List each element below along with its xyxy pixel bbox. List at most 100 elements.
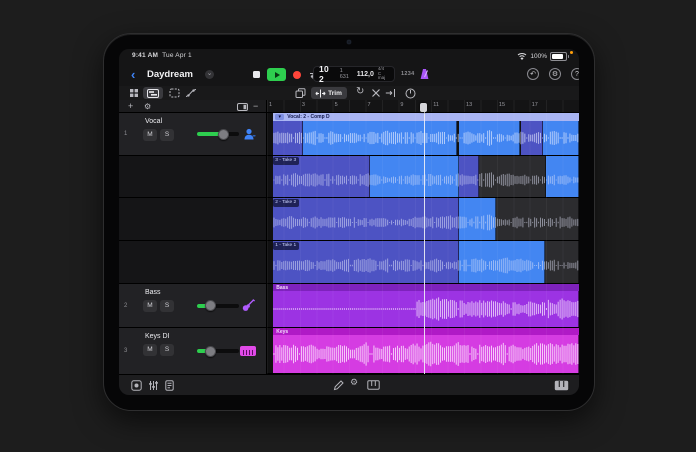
edit-toolbar: Trim ↻ [119, 86, 579, 101]
project-title: Daydream [147, 69, 193, 80]
trim-icon [315, 89, 326, 97]
take-label-chip[interactable]: 1 - Take 1 [273, 242, 300, 250]
comp-region-header[interactable]: ▾ Vocal: 2 - Comp D [273, 113, 579, 121]
audio-region-segment[interactable] [496, 198, 579, 240]
track-header-tools: + ⚙ − [119, 100, 267, 113]
clock: 9:41 AM Tue Apr 1 [132, 52, 192, 59]
trim-label: Trim [328, 89, 342, 97]
undo-icon[interactable]: ↶ [527, 68, 539, 80]
region-name-header[interactable]: Bass [273, 284, 579, 291]
take-lane-header[interactable] [119, 198, 266, 241]
track-header-bass[interactable]: 2 Bass M S [119, 284, 266, 328]
bass-guitar-icon [241, 298, 256, 313]
audio-region-segment[interactable] [479, 156, 547, 197]
track-header-keys[interactable]: 3 Keys DI M S [119, 328, 266, 374]
lcd-tempo: 112,0 [356, 70, 374, 78]
solo-button[interactable]: S [160, 300, 174, 312]
lcd-key: C maj [377, 70, 386, 81]
take-folder-chevron-icon[interactable]: ▾ [275, 114, 285, 120]
track-name: Keys DI [145, 333, 170, 340]
split-scissors-icon[interactable] [371, 88, 381, 98]
audio-region-segment[interactable] [273, 198, 459, 240]
settings-gear-icon[interactable]: ⚙ [350, 377, 358, 388]
lcd-position: 10 2 [319, 64, 330, 84]
play-button[interactable] [267, 68, 286, 81]
pencil-tool-icon[interactable] [333, 380, 344, 391]
battery-icon [550, 51, 569, 61]
join-icon[interactable] [385, 88, 396, 98]
transport-controls [253, 67, 321, 82]
tracks-view-button[interactable] [143, 87, 163, 99]
copy-icon[interactable] [295, 88, 306, 99]
audio-region-segment[interactable] [369, 156, 459, 197]
audio-region-segment[interactable] [458, 156, 480, 197]
play-surface-keyboard-icon[interactable] [554, 380, 569, 391]
playhead-handle[interactable] [420, 103, 428, 112]
take-lane-header[interactable] [119, 156, 266, 198]
audio-region-segment[interactable] [458, 198, 497, 240]
take-label-chip[interactable]: 3 - Take 3 [273, 157, 300, 165]
front-camera [347, 40, 351, 44]
collapse-minus-icon[interactable]: − [253, 101, 258, 112]
count-in-button[interactable]: 1234 [401, 71, 414, 77]
volume-fader[interactable] [197, 128, 239, 140]
audio-region-segment[interactable] [543, 121, 579, 155]
trim-button[interactable]: Trim [311, 87, 347, 99]
editors-list-icon[interactable] [165, 380, 174, 391]
settings-icon[interactable]: ⚙ [549, 68, 561, 80]
metronome-icon[interactable] [419, 68, 430, 80]
record-button[interactable] [293, 70, 301, 79]
volume-fader[interactable] [197, 345, 239, 357]
gesture-knob-icon[interactable] [405, 88, 416, 99]
track-config-gear-icon[interactable]: ⚙ [144, 101, 151, 112]
app-screen: 9:41 AM Tue Apr 1 100% ‹ Daydream ⌄ 10 2 … [119, 49, 579, 395]
marquee-tool-icon[interactable] [169, 88, 180, 98]
loop-icon[interactable]: ↻ [356, 86, 364, 97]
back-chevron-icon[interactable]: ‹ [131, 68, 141, 81]
add-track-button[interactable]: + [128, 101, 133, 112]
take-lane-header[interactable] [119, 241, 266, 284]
lcd-display[interactable]: 10 2 1 631 112,0 4/4 C maj [313, 64, 395, 84]
keyboard-keys-icon [240, 346, 256, 356]
comp-region-label: Vocal: 2 - Comp D [287, 114, 330, 120]
solo-button[interactable]: S [160, 344, 174, 356]
mute-button[interactable]: M [143, 344, 157, 356]
track-header-column: 1 Vocal M S 2 Bass M S 3 Keys DI M S [119, 113, 267, 374]
vocalist-icon [243, 128, 256, 141]
volume-fader[interactable] [197, 300, 239, 311]
region-name-header[interactable]: Keys [273, 328, 579, 335]
header-panel-icon[interactable] [237, 103, 248, 111]
audio-region-segment[interactable] [546, 156, 579, 197]
tracks-view-icon [147, 88, 159, 98]
automation-tool-icon[interactable] [185, 88, 197, 98]
status-date: Tue Apr 1 [162, 52, 192, 59]
track-number: 2 [124, 302, 128, 309]
audio-region-segment[interactable] [273, 241, 459, 283]
piano-icon[interactable] [367, 380, 380, 390]
audio-region-segment[interactable] [544, 241, 579, 283]
loop-browser-icon[interactable] [131, 380, 142, 391]
lcd-position-detail: 1 631 [339, 68, 349, 80]
mute-button[interactable]: M [143, 129, 157, 141]
stop-button[interactable] [253, 71, 260, 78]
wifi-icon [518, 53, 527, 60]
track-header-vocal[interactable]: 1 Vocal M S [119, 113, 266, 156]
project-menu-chevron-icon[interactable]: ⌄ [205, 70, 214, 79]
view-grid-icon[interactable] [129, 88, 139, 98]
audio-region-segment[interactable] [458, 121, 520, 155]
status-bar: 9:41 AM Tue Apr 1 100% [119, 49, 579, 63]
audio-region-segment[interactable] [273, 121, 303, 155]
take-label-chip[interactable]: 2 - Take 2 [273, 199, 300, 207]
solo-button[interactable]: S [160, 129, 174, 141]
mute-button[interactable]: M [143, 300, 157, 312]
audio-region-segment[interactable] [302, 121, 458, 155]
arrange-area[interactable]: 1 3 5 7 9 11 13 15 17 ▾ Vocal: 2 - Comp D3 - Take… [267, 100, 579, 374]
ruler-bar-label: 11 [433, 102, 439, 108]
ruler-bar-label: 5 [334, 102, 338, 108]
audio-region-segment[interactable] [458, 241, 545, 283]
mixer-icon[interactable] [148, 380, 159, 391]
help-icon[interactable]: ? [571, 68, 579, 80]
mic-in-use-indicator [570, 51, 573, 54]
ruler-bar-label: 15 [498, 102, 506, 108]
audio-region-segment[interactable] [521, 121, 544, 155]
